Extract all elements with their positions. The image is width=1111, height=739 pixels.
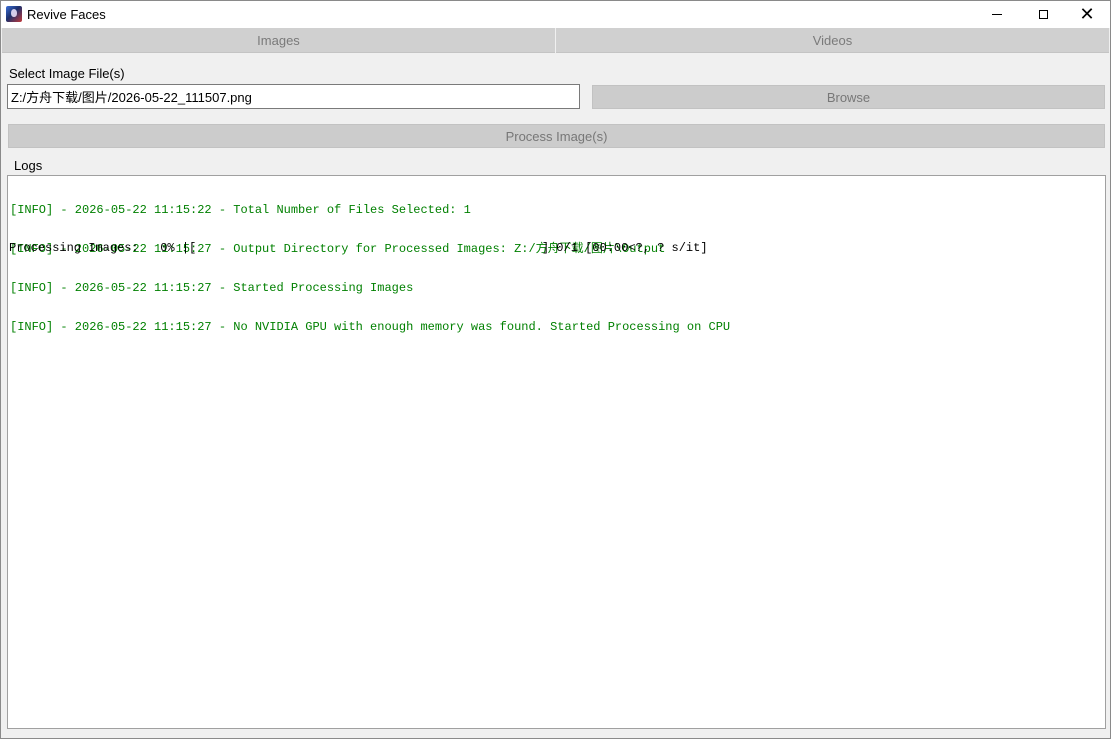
log-line: [INFO] - 2026-05-22 11:15:27 - Started P… [10, 281, 414, 295]
app-window: Revive Faces ✕ Images Videos Select Imag… [0, 0, 1111, 739]
tab-videos[interactable]: Videos [556, 28, 1109, 53]
log-line: [INFO] - 2026-05-22 11:15:22 - Total Num… [10, 203, 471, 217]
minimize-icon [992, 14, 1002, 15]
close-icon: ✕ [1079, 3, 1095, 25]
process-images-button[interactable]: Process Image(s) [8, 124, 1105, 148]
minimize-button[interactable] [974, 1, 1020, 28]
browse-button[interactable]: Browse [592, 85, 1105, 109]
app-icon [6, 6, 22, 22]
maximize-button[interactable] [1020, 1, 1066, 28]
logs-label: Logs [14, 158, 43, 173]
maximize-icon [1038, 10, 1048, 19]
progress-line: Processing Images: 0% |[ ] 0/1 [00:00<?,… [9, 241, 708, 255]
log-lines: [INFO] - 2026-05-22 11:15:22 - Total Num… [10, 178, 730, 360]
window-title: Revive Faces [27, 7, 106, 22]
log-output[interactable]: [INFO] - 2026-05-22 11:15:22 - Total Num… [7, 175, 1106, 729]
log-line: [INFO] - 2026-05-22 11:15:27 - No NVIDIA… [10, 320, 731, 334]
title-bar[interactable]: Revive Faces ✕ [1, 1, 1110, 28]
select-image-label: Select Image File(s) [9, 66, 125, 81]
tab-images[interactable]: Images [2, 28, 555, 53]
tab-bar: Images Videos [2, 28, 1109, 53]
close-button[interactable]: ✕ [1064, 1, 1110, 28]
image-path-input[interactable] [7, 84, 580, 109]
